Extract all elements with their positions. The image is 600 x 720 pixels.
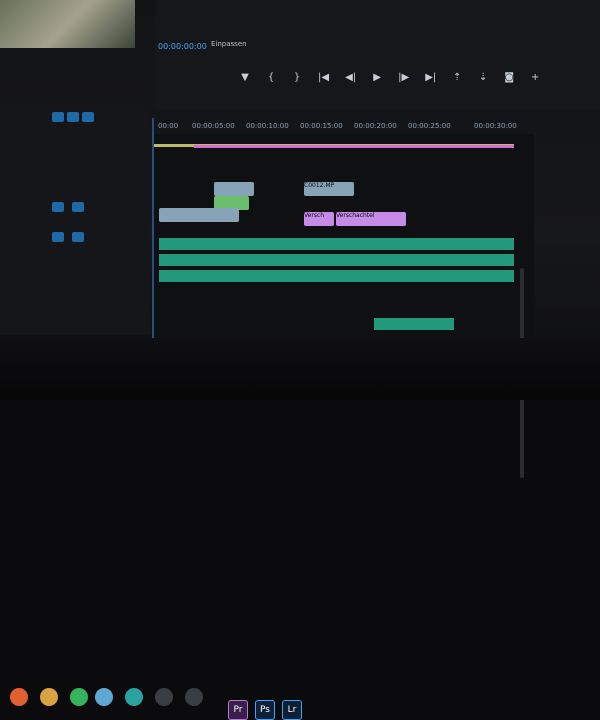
audio-clip[interactable]	[374, 318, 454, 330]
audio-track-a3[interactable]	[159, 270, 514, 282]
track-target-a2[interactable]	[72, 232, 84, 242]
time-ruler[interactable]: 00:00 00:00:05:00 00:00:10:00 00:00:15:0…	[154, 118, 534, 134]
toggle-button[interactable]	[67, 112, 79, 122]
video-clip[interactable]	[214, 182, 254, 196]
go-in-icon[interactable]: |◀	[318, 72, 329, 83]
timeline-panel[interactable]: 00:00 00:00:05:00 00:00:10:00 00:00:15:0…	[152, 118, 534, 478]
clip-label: Versch	[304, 212, 325, 219]
in-icon[interactable]: {	[266, 72, 276, 83]
ruler-label: 00:00:10:00	[246, 122, 289, 130]
marker-icon[interactable]: ▼	[240, 72, 250, 83]
toggle-button[interactable]	[52, 112, 64, 122]
app-icon[interactable]	[95, 688, 113, 706]
ruler-label: 00:00	[158, 122, 179, 130]
editor-screen: 00:00:00:00 Einpassen ▼ { } |◀ ◀| ▶ |▶ ▶…	[0, 0, 600, 720]
app-icon[interactable]	[10, 688, 28, 706]
extract-icon[interactable]: ⇣	[478, 72, 488, 83]
monitor-timecode: 00:00:00:00	[158, 42, 207, 51]
toggle-button[interactable]	[82, 112, 94, 122]
taskbar: Pr Ps Lr	[0, 338, 600, 720]
source-preview	[0, 0, 135, 48]
clip-label: Verschachtel	[336, 212, 375, 219]
track-headers	[52, 112, 150, 332]
track-target-v2[interactable]	[72, 202, 84, 212]
out-icon[interactable]: }	[292, 72, 302, 83]
ruler-label: 00:00:20:00	[354, 122, 397, 130]
ruler-label: 00:00:25:00	[408, 122, 451, 130]
marker-range	[194, 145, 514, 148]
ruler-label: 00:00:15:00	[300, 122, 343, 130]
fit-dropdown[interactable]: Einpassen	[211, 40, 247, 48]
photoshop-icon[interactable]: Ps	[255, 700, 275, 720]
video-clip[interactable]: Versch	[304, 212, 334, 226]
app-icon[interactable]	[185, 688, 203, 706]
lift-icon[interactable]: ⇡	[452, 72, 462, 83]
premiere-icon[interactable]: Pr	[228, 700, 248, 720]
track-target-v1[interactable]	[52, 202, 64, 212]
lightroom-icon[interactable]: Lr	[282, 700, 302, 720]
app-icon[interactable]	[40, 688, 58, 706]
play-icon[interactable]: ▶	[372, 72, 382, 83]
button-editor-icon[interactable]: +	[530, 72, 540, 83]
go-out-icon[interactable]: ▶|	[425, 72, 436, 83]
program-monitor: 00:00:00:00 Einpassen	[155, 0, 600, 110]
track-target-a1[interactable]	[52, 232, 64, 242]
step-back-icon[interactable]: ◀|	[345, 72, 356, 83]
transport-controls: ▼ { } |◀ ◀| ▶ |▶ ▶| ⇡ ⇣ ◙ +	[240, 72, 540, 83]
video-clip[interactable]: Verschachtel	[336, 212, 406, 226]
app-icon[interactable]	[70, 688, 88, 706]
video-clip[interactable]: C0012.MP	[304, 182, 354, 196]
app-icon[interactable]	[125, 688, 143, 706]
audio-track-a2[interactable]	[159, 254, 514, 266]
ruler-label: 00:00:30:00	[474, 122, 517, 130]
ruler-label: 00:00:05:00	[192, 122, 235, 130]
audio-track-a1[interactable]	[159, 238, 514, 250]
video-clip[interactable]	[159, 208, 239, 222]
step-forward-icon[interactable]: |▶	[398, 72, 409, 83]
export-frame-icon[interactable]: ◙	[504, 72, 514, 83]
clip-label: C0012.MP	[304, 182, 335, 189]
app-icon[interactable]	[155, 688, 173, 706]
